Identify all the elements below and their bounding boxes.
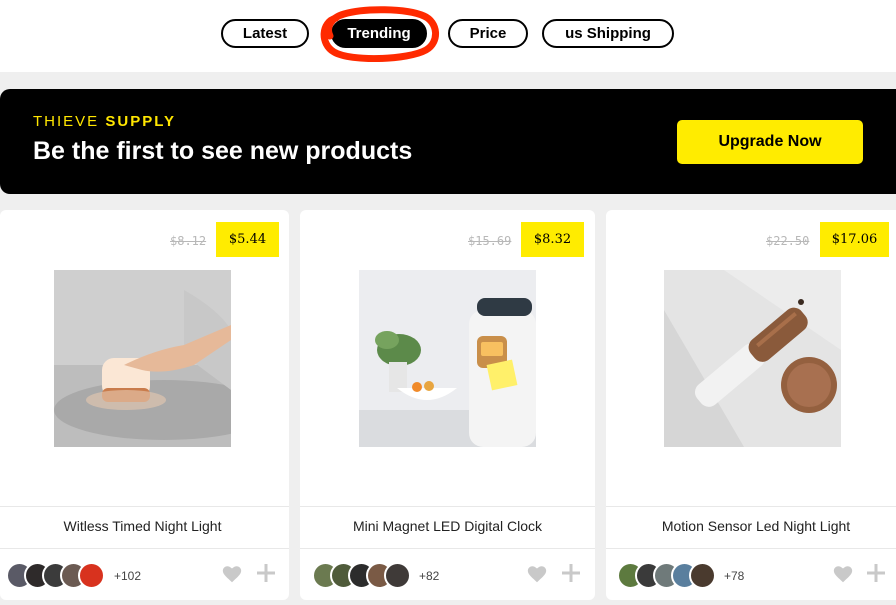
tab-trending[interactable]: Trending <box>331 19 427 48</box>
liker-avatars[interactable] <box>6 562 116 590</box>
product-image[interactable] <box>54 270 231 447</box>
likes-count: +82 <box>419 569 440 583</box>
product-image[interactable] <box>664 270 841 447</box>
likes-count: +78 <box>724 569 745 583</box>
card-divider <box>300 548 595 549</box>
card-divider <box>0 506 289 507</box>
plus-icon[interactable] <box>256 563 276 583</box>
heart-icon[interactable] <box>221 563 243 585</box>
product-name[interactable]: Mini Magnet LED Digital Clock <box>300 518 595 534</box>
likes-count: +102 <box>114 569 142 583</box>
sale-price-tag: $17.06 <box>820 222 889 257</box>
card-divider <box>300 506 595 507</box>
liker-avatars[interactable] <box>312 562 422 590</box>
original-price: $22.50 <box>766 234 810 248</box>
tab-us-shipping[interactable]: us Shipping <box>542 19 674 48</box>
tab-price[interactable]: Price <box>448 19 528 48</box>
sale-price-tag: $5.44 <box>216 222 279 257</box>
original-price: $15.69 <box>468 234 512 248</box>
product-name[interactable]: Witless Timed Night Light <box>0 518 285 534</box>
heart-icon[interactable] <box>832 563 854 585</box>
product-image[interactable] <box>359 270 536 447</box>
card-divider <box>0 548 289 549</box>
tab-latest[interactable]: Latest <box>221 19 309 48</box>
original-price: $8.12 <box>170 234 207 248</box>
banner-headline: Be the first to see new products <box>33 137 413 165</box>
upgrade-now-button[interactable]: Upgrade Now <box>677 120 863 164</box>
liker-avatars[interactable] <box>617 562 727 590</box>
plus-icon[interactable] <box>561 563 581 583</box>
sale-price-tag: $8.32 <box>521 222 584 257</box>
plus-icon[interactable] <box>866 563 886 583</box>
heart-icon[interactable] <box>526 563 548 585</box>
brand-logo: THIEVE SUPPLY <box>33 113 176 130</box>
avatar <box>384 562 411 589</box>
avatar <box>78 562 105 589</box>
card-divider <box>606 548 896 549</box>
card-divider <box>606 506 896 507</box>
product-name[interactable]: Motion Sensor Led Night Light <box>606 518 896 534</box>
avatar <box>689 562 716 589</box>
